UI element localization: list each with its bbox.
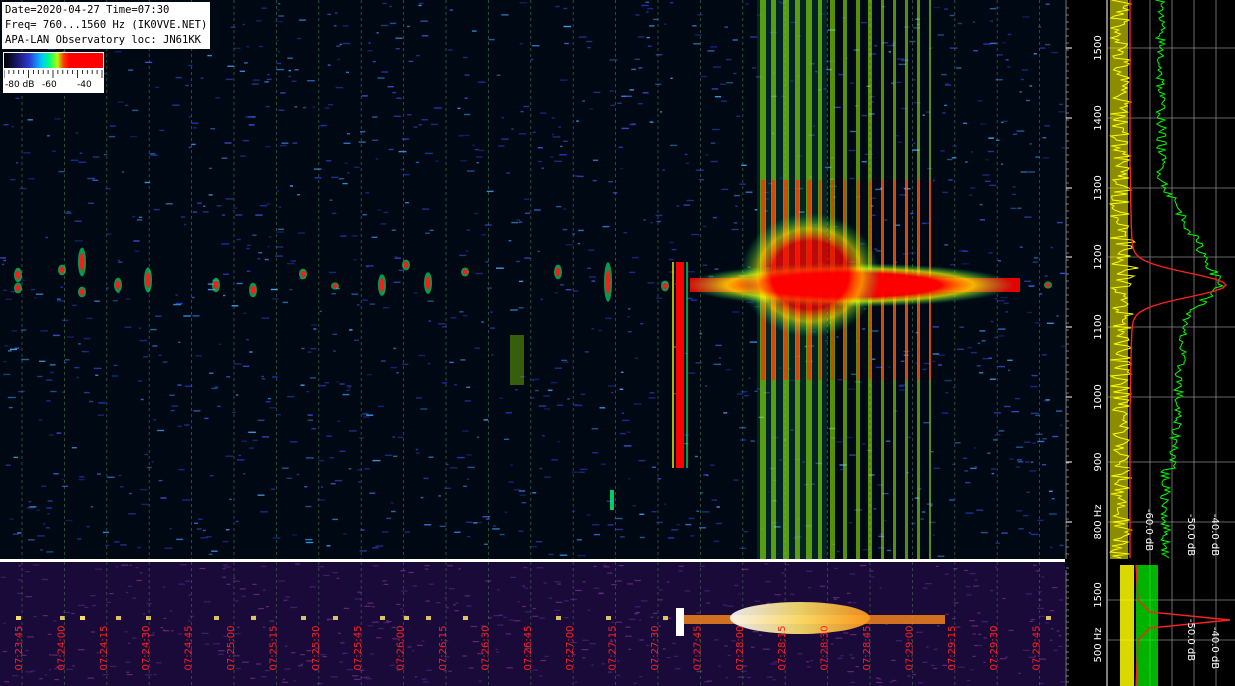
time-tick-label: 07:24:30 — [141, 626, 152, 671]
spectrum-axis-label: -50.0 dB — [1185, 619, 1196, 661]
time-tick-label: 07:27:15 — [608, 626, 619, 671]
time-tick-label: 07:23:45 — [14, 626, 25, 671]
meteor-echo-core-15 — [555, 267, 561, 277]
meteor-echo-core-14 — [462, 269, 468, 275]
spectrum-axis-label: -50.0 dB — [1185, 514, 1196, 556]
time-tick-label: 07:29:45 — [1032, 626, 1043, 671]
meteor-echo-core-11 — [379, 278, 385, 292]
meteor-echo-core-0 — [15, 270, 21, 280]
faint-streak-2 — [610, 490, 614, 510]
meteor-echo-core-1 — [15, 284, 21, 292]
meteor-echo-core-16 — [605, 269, 611, 295]
meteor-echo-core-8 — [250, 285, 256, 295]
meteor-echo-core-5 — [115, 280, 121, 290]
time-tick-label: 07:25:45 — [353, 626, 364, 671]
time-tick-label: 07:26:45 — [523, 626, 534, 671]
color-scale: -80 dB -60 -40 — [3, 52, 104, 93]
time-tick-label: 07:25:15 — [268, 626, 279, 671]
freq-tick-label: 1400 — [1093, 105, 1104, 130]
time-tick-label: 07:29:30 — [989, 626, 1000, 671]
time-tick-label: 07:24:00 — [56, 626, 67, 671]
meteor-echo-core-7 — [213, 280, 219, 290]
freq-tick-label: 1100 — [1093, 314, 1104, 339]
time-tick-label: 07:25:00 — [226, 626, 237, 671]
spectrogram-viewer: 800 Hz 900 1000 1100 1200 1300 1400 1500 500 Hz… — [0, 0, 1235, 686]
color-scale-ticks — [4, 70, 103, 78]
time-tick-label: 07:24:45 — [184, 626, 195, 671]
freq-tick-label: 800 Hz — [1093, 504, 1104, 539]
observatory-line: APA-LAN Observatory loc: JN61KK — [5, 34, 201, 46]
scale-label-min: -80 dB — [5, 80, 35, 90]
time-tick-label: 07:28:30 — [820, 626, 831, 671]
time-tick-label: 07:26:00 — [396, 626, 407, 671]
spectrogram-canvas: 800 Hz 900 1000 1100 1200 1300 1400 1500 500 Hz… — [0, 0, 1235, 686]
spectrum-axis-label: -40.0 dB — [1209, 514, 1220, 556]
meteor-echo-core-4 — [79, 288, 85, 296]
lower-spectrum-yellow — [1120, 565, 1134, 686]
scale-label-mid: -60 — [42, 80, 57, 90]
freq-tick-label: 900 — [1093, 452, 1104, 471]
meteor-echo-core-6 — [145, 272, 151, 288]
time-tick-label: 07:26:15 — [438, 626, 449, 671]
color-scale-bar — [4, 53, 103, 68]
time-tick-label: 07:29:15 — [947, 626, 958, 671]
date-time-line: Date=2020-04-27 Time=07:30 — [5, 4, 170, 16]
meteor-echo-core-10 — [332, 283, 338, 289]
faint-streak-1 — [510, 335, 524, 385]
meteor-echo-core-9 — [300, 270, 306, 278]
time-tick-label: 07:25:30 — [311, 626, 322, 671]
freq-tick-label: 1300 — [1093, 175, 1104, 200]
meteor-echo-core-17 — [662, 282, 668, 290]
scale-label-max: -40 — [77, 80, 92, 90]
time-tick-label: 07:26:30 — [480, 626, 491, 671]
time-tick-label: 07:24:15 — [99, 626, 110, 671]
freq-tick-label: 1200 — [1093, 244, 1104, 269]
time-tick-label: 07:27:30 — [650, 626, 661, 671]
meteor-echo-core-3 — [79, 253, 85, 271]
meteor-echo-core-2 — [59, 266, 65, 274]
time-tick-label: 07:29:00 — [904, 626, 915, 671]
header-info: Date=2020-04-27 Time=07:30 Freq= 760...15… — [2, 2, 211, 49]
time-tick-label: 07:28:45 — [862, 626, 873, 671]
small-freq-tick-label: 1500 — [1093, 582, 1104, 607]
freq-tick-label: 1000 — [1093, 384, 1104, 409]
meteor-echo-core-13 — [425, 276, 431, 290]
time-tick-label: 07:28:00 — [735, 626, 746, 671]
freq-range-line: Freq= 760...1560 Hz (IK0VVE.NET) — [5, 19, 208, 31]
meteor-echo-core-12 — [403, 261, 409, 269]
small-freq-tick-label: 500 Hz — [1093, 627, 1104, 662]
meteor-echo-core-18 — [1045, 282, 1051, 288]
time-tick-label: 07:27:45 — [692, 626, 703, 671]
spectrum-axis-label: -40.0 dB — [1209, 627, 1220, 669]
time-tick-label: 07:28:15 — [777, 626, 788, 671]
lower-spectrum-green — [1136, 565, 1158, 686]
freq-tick-label: 1500 — [1093, 35, 1104, 60]
spectrum-axis-label: -60.0 dB — [1143, 509, 1154, 551]
time-tick-label: 07:27:00 — [565, 626, 576, 671]
